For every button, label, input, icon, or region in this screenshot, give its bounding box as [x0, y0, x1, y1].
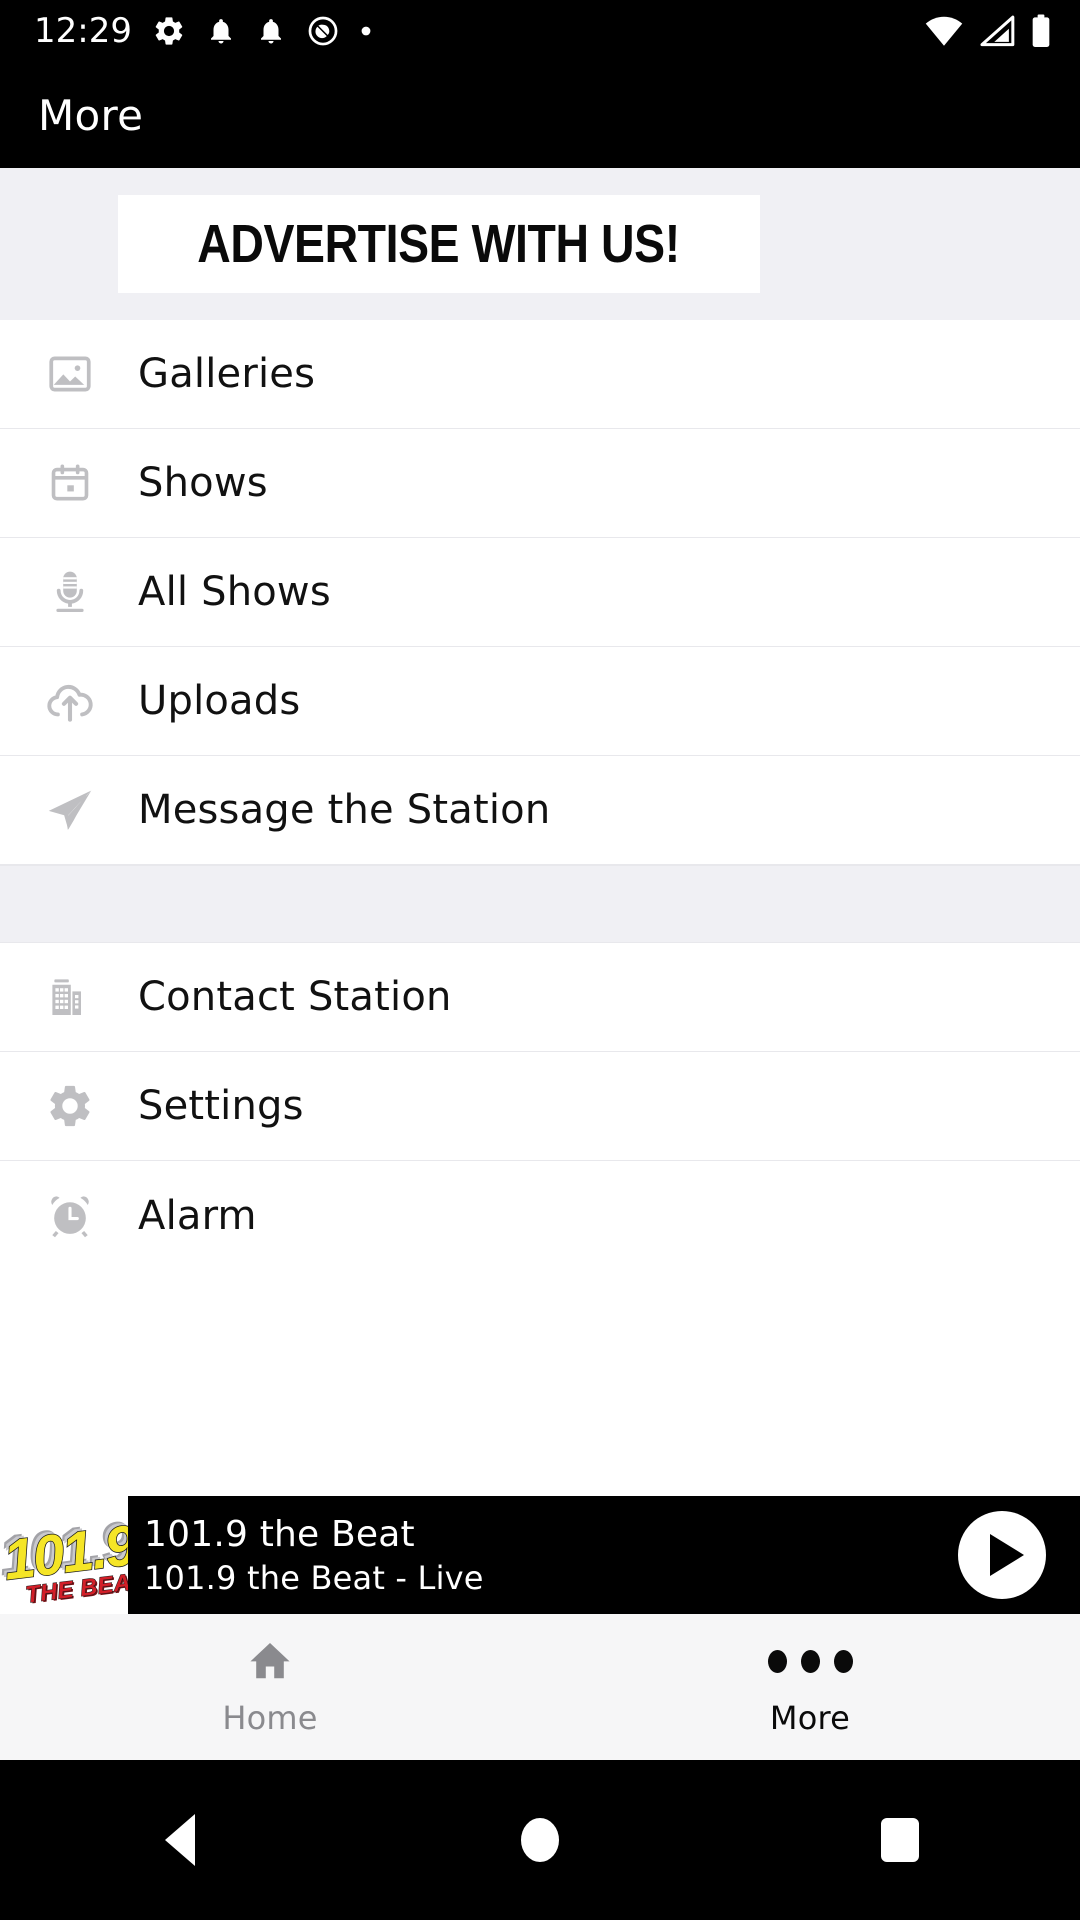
app-screen: 12:29 More ADVERTISE WITH US! Galleries …: [0, 0, 1080, 1920]
now-playing-subtitle: 101.9 the Beat - Live: [144, 1558, 484, 1597]
menu-section-divider: [0, 865, 1080, 943]
menu-item-contact-station[interactable]: Contact Station: [0, 943, 1080, 1052]
menu-item-label: Settings: [138, 1083, 304, 1129]
recents-square-icon: [881, 1818, 919, 1862]
mini-player-meta: 101.9 the Beat 101.9 the Beat - Live: [144, 1514, 958, 1597]
status-bar: 12:29: [0, 0, 1080, 62]
page-title: More: [38, 90, 144, 140]
now-playing-title: 101.9 the Beat: [144, 1513, 415, 1555]
menu-item-label: Message the Station: [138, 787, 551, 833]
play-button[interactable]: [958, 1511, 1046, 1599]
android-home-button[interactable]: [450, 1760, 630, 1920]
image-icon: [44, 348, 96, 400]
paper-plane-icon: [44, 784, 96, 836]
tab-home[interactable]: Home: [0, 1614, 540, 1760]
mini-player-body[interactable]: 101.9 the Beat 101.9 the Beat - Live: [128, 1496, 1080, 1614]
menu-item-label: Alarm: [138, 1192, 257, 1239]
menu-item-galleries[interactable]: Galleries: [0, 320, 1080, 429]
alarm-clock-icon: [44, 1190, 96, 1242]
station-logo-art: 101.9 101.9 101.9 THE BEAT THE BEAT: [0, 1509, 128, 1609]
cellular-signal-icon: [980, 15, 1015, 47]
mini-player: 101.9 101.9 101.9 THE BEAT THE BEAT 101.…: [0, 1496, 1080, 1614]
gear-icon: [155, 17, 183, 45]
station-logo: 101.9 101.9 101.9 THE BEAT THE BEAT: [0, 1496, 128, 1614]
tab-more[interactable]: More: [540, 1614, 1080, 1760]
more-menu-list: Galleries Shows All Shows Uploads Messag…: [0, 320, 1080, 1270]
android-navigation-bar: [0, 1760, 1080, 1920]
menu-item-alarm[interactable]: Alarm: [0, 1161, 1080, 1270]
status-bar-right: [924, 14, 1052, 48]
ellipsis-icon: [767, 1637, 853, 1685]
back-triangle-icon: [165, 1814, 195, 1866]
wifi-icon: [925, 16, 963, 46]
battery-icon: [1032, 14, 1050, 47]
menu-item-label: Galleries: [138, 351, 316, 397]
menu-item-shows[interactable]: Shows: [0, 429, 1080, 538]
menu-item-label: Contact Station: [138, 974, 452, 1020]
ad-strip: ADVERTISE WITH US!: [0, 168, 1080, 320]
building-icon: [44, 971, 96, 1023]
bell-icon: [210, 19, 231, 44]
home-icon: [247, 1637, 293, 1685]
ad-banner-text: ADVERTISE WITH US!: [197, 214, 681, 274]
menu-item-uploads[interactable]: Uploads: [0, 647, 1080, 756]
play-icon: [989, 1534, 1024, 1576]
cloud-upload-icon: [44, 675, 96, 727]
app-header: More: [0, 62, 1080, 168]
do-not-disturb-icon: [308, 16, 338, 46]
menu-item-label: Uploads: [138, 678, 301, 724]
menu-item-label: Shows: [138, 460, 268, 506]
android-recents-button[interactable]: [810, 1760, 990, 1920]
bell-icon: [260, 19, 281, 44]
tab-label: More: [769, 1699, 851, 1737]
menu-item-all-shows[interactable]: All Shows: [0, 538, 1080, 647]
microphone-icon: [44, 566, 96, 618]
advertisement-banner[interactable]: ADVERTISE WITH US!: [118, 195, 760, 293]
menu-item-label: All Shows: [138, 569, 331, 615]
tab-label: Home: [222, 1699, 318, 1737]
calendar-icon: [44, 457, 96, 509]
status-clock: 12:29: [34, 11, 132, 51]
dot-icon: [361, 26, 371, 36]
status-bar-left: 12:29: [34, 14, 924, 48]
bottom-tab-bar: Home More: [0, 1614, 1080, 1760]
home-circle-icon: [521, 1818, 559, 1862]
menu-item-settings[interactable]: Settings: [0, 1052, 1080, 1161]
gear-icon: [44, 1080, 96, 1132]
android-back-button[interactable]: [90, 1760, 270, 1920]
menu-item-message-the-station[interactable]: Message the Station: [0, 756, 1080, 865]
